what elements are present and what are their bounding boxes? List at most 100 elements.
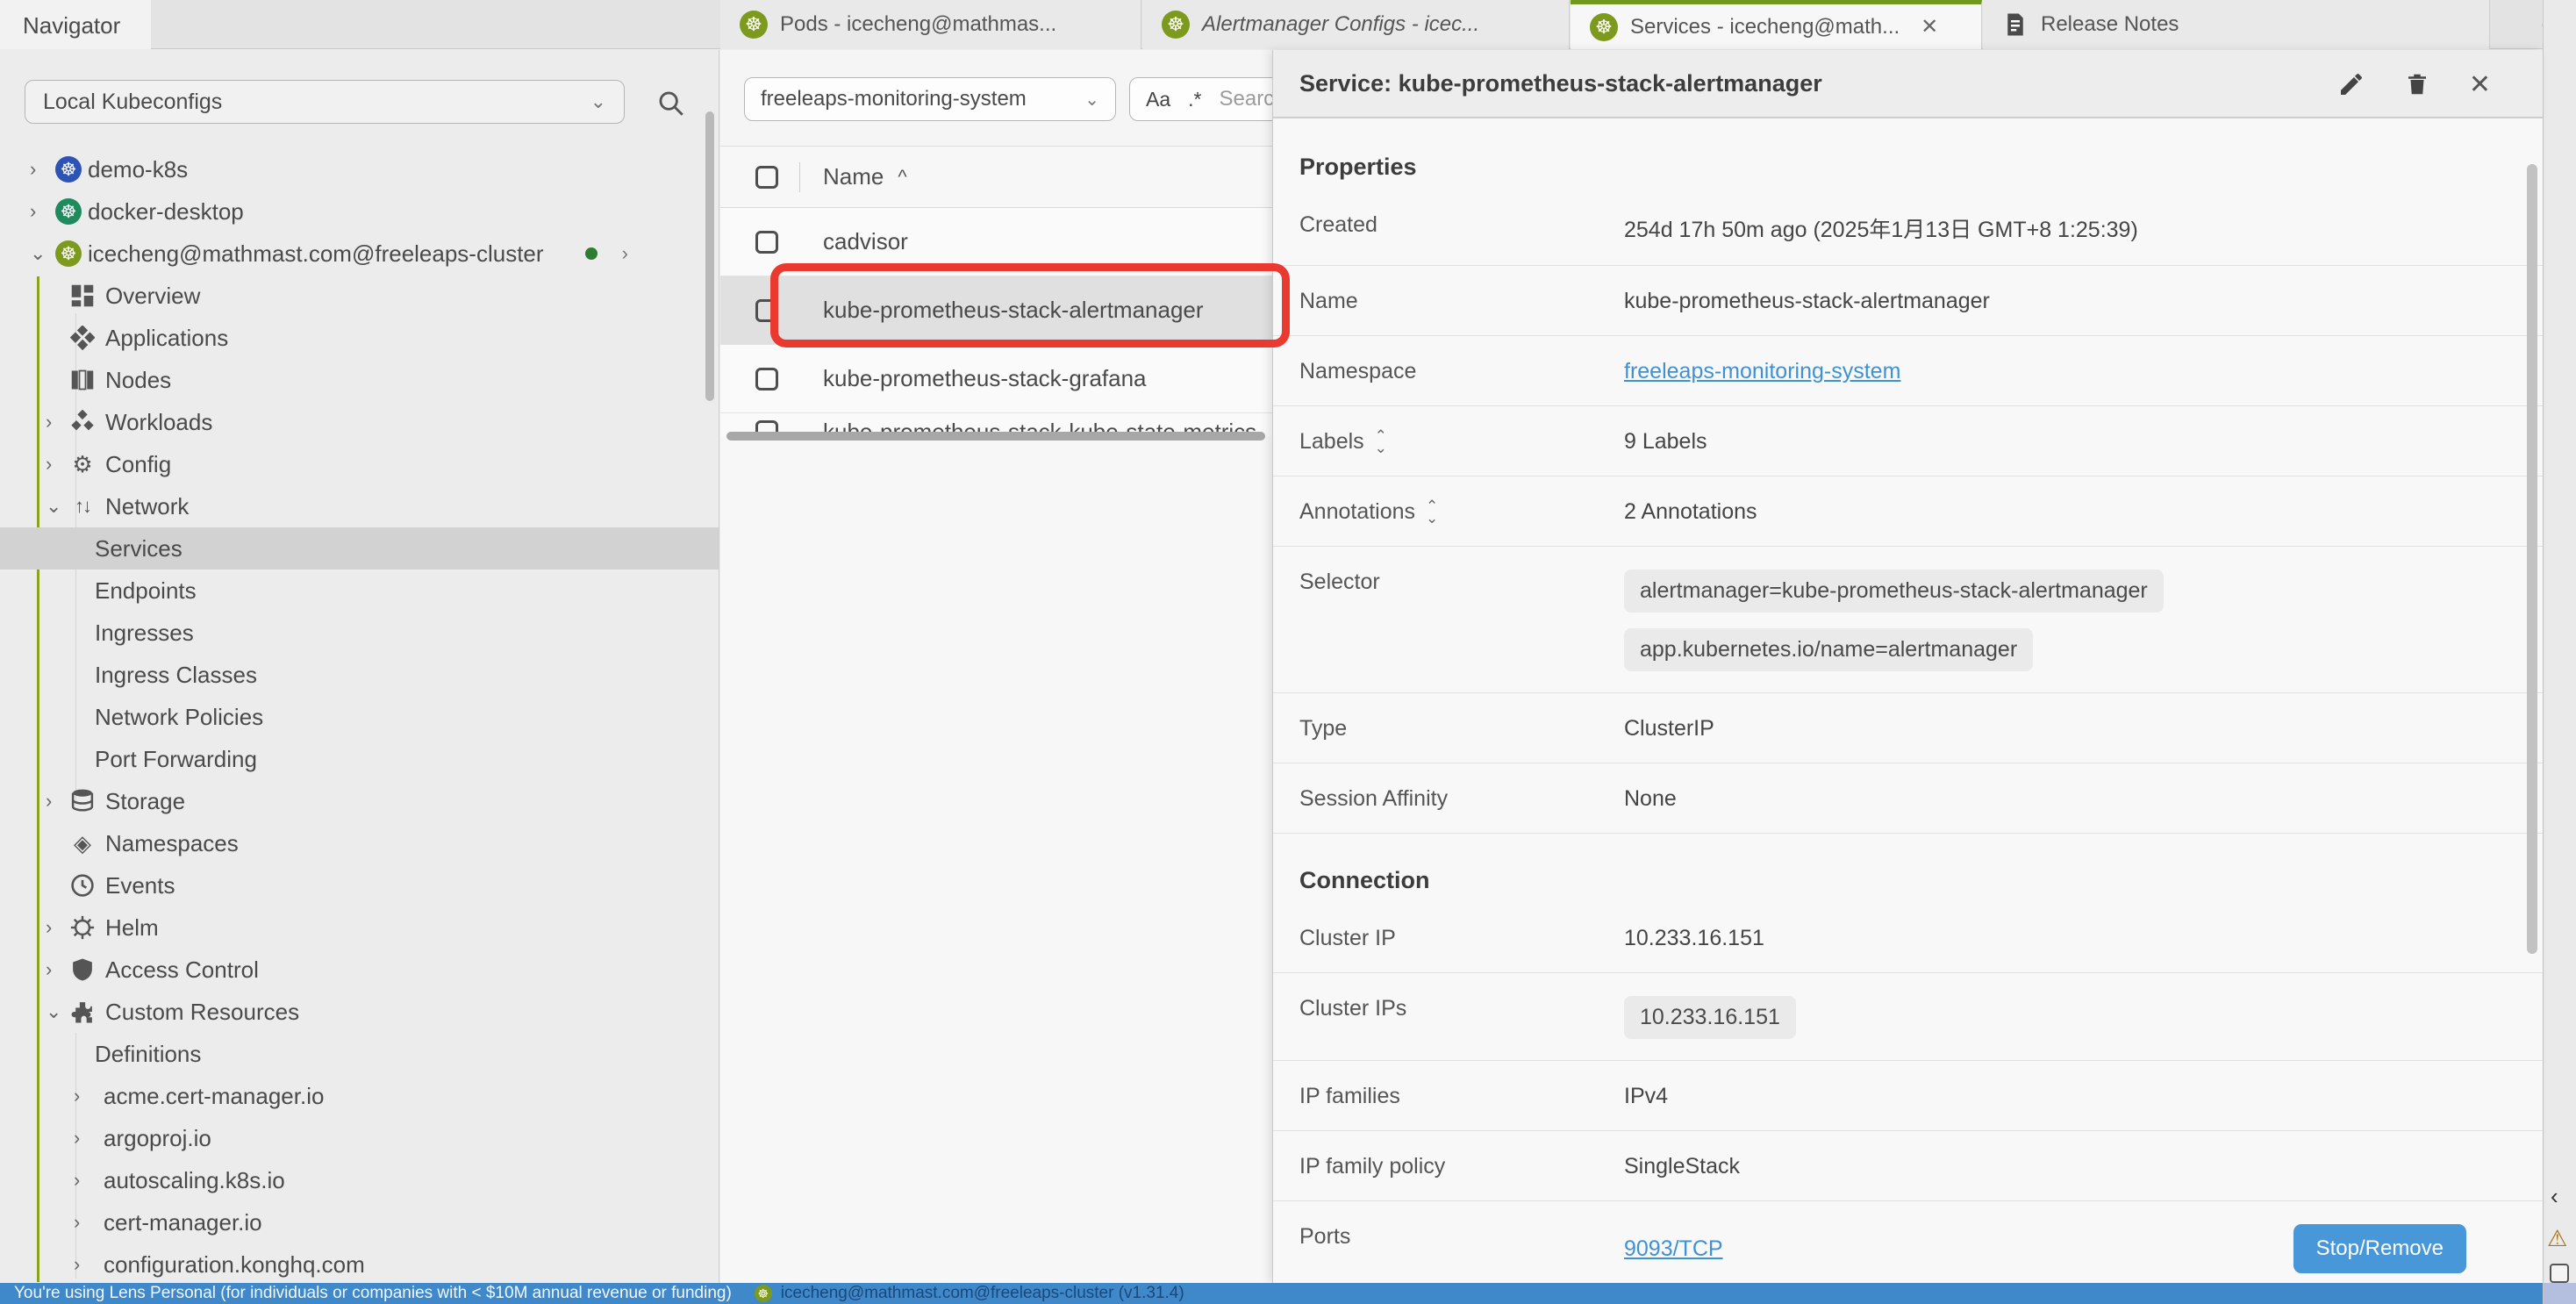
tab-close-icon[interactable]: ✕ [1921,14,1938,39]
select-all-checkbox[interactable] [755,166,778,189]
sidebar-item-overview[interactable]: Overview [0,275,719,317]
drawer-label: Annotations⌃⌄ [1273,498,1624,525]
chevron-right-icon[interactable]: › [46,453,52,476]
row-checkbox[interactable] [755,299,778,322]
horizontal-scrollbar[interactable] [726,432,1265,441]
navigator-sidebar: Local Kubeconfigs ⌄ ›☸demo-k8s›☸docker-d… [0,50,719,1283]
drawer-label-text: Cluster IPs [1299,996,1406,1021]
search-placeholder: Search [1219,87,1272,111]
expand-toggle-icon[interactable]: ⌃⌄ [1426,500,1438,524]
sidebar-item-endpoints[interactable]: Endpoints [0,570,719,612]
sidebar-item-ingress-classes[interactable]: Ingress Classes [0,654,719,696]
chevron-right-icon[interactable]: › [74,1127,80,1150]
namespace-link[interactable]: freeleaps-monitoring-system [1624,359,1900,383]
sidebar-item-nodes[interactable]: Nodes [0,359,719,401]
value-badge: 10.233.16.151 [1624,996,1796,1039]
sidebar-item-events[interactable]: Events [0,864,719,906]
tab-release[interactable]: Release Notes [1983,0,2490,49]
sidebar-item-namespaces[interactable]: ◈Namespaces [0,822,719,864]
panel-scrollbar[interactable] [2527,164,2537,954]
sidebar-item-label: Network Policies [95,704,263,731]
sidebar-item-argoproj-io[interactable]: ›argoproj.io [0,1117,719,1159]
sidebar-item-network[interactable]: ⌄↑↓Network [0,485,719,527]
sidebar-item-label: Applications [105,325,228,352]
close-icon[interactable]: ✕ [2469,69,2491,100]
drawer-label-text: IP families [1299,1084,1400,1109]
sidebar-item-helm[interactable]: ›Helm [0,906,719,949]
drawer-row-cluster-ips: Cluster IPs 10.233.16.151 [1273,973,2543,1061]
chevron-right-icon[interactable]: › [74,1253,80,1276]
sidebar-item-label: Endpoints [95,577,197,605]
chevron-right-icon[interactable]: › [46,958,52,981]
sidebar-item-services[interactable]: Services [0,527,719,570]
expand-toggle-icon[interactable]: ⌃⌄ [1375,430,1387,454]
sidebar-scrollbar[interactable] [705,111,714,401]
sidebar-item-label: Definitions [95,1041,201,1068]
sidebar-item-network-policies[interactable]: Network Policies [0,696,719,738]
tab-label: Pods - icecheng@mathmas... [780,12,1056,37]
chevron-down-icon[interactable]: ⌄ [46,495,61,518]
row-checkbox[interactable] [755,368,778,390]
drawer-label-text: Ports [1299,1224,1350,1250]
table-row[interactable]: cadvisor [720,208,1272,276]
port-link[interactable]: 9093/TCP [1624,1236,1723,1262]
tab-pods[interactable]: ☸Pods - icecheng@mathmas... [720,0,1141,49]
sidebar-item-custom-resources[interactable]: ⌄Custom Resources [0,991,719,1033]
chevron-right-icon[interactable]: › [46,790,52,813]
name-column-header[interactable]: Name [823,163,884,190]
list-search-input[interactable]: Aa .* Search [1129,77,1272,121]
chevron-right-icon[interactable]: › [30,158,36,181]
match-case-icon[interactable]: Aa [1146,88,1170,111]
drawer-value: SingleStack [1624,1152,1740,1179]
row-checkbox[interactable] [755,231,778,254]
drawer-value: ClusterIP [1624,714,1714,742]
chevron-right-icon[interactable]: › [622,242,628,265]
warning-icon[interactable]: ⚠ [2547,1225,2567,1252]
chevron-right-icon[interactable]: › [74,1211,80,1234]
edit-pencil-icon[interactable] [2337,70,2365,98]
sidebar-item-docker-desktop[interactable]: ›☸docker-desktop [0,190,719,233]
stop-remove-button[interactable]: Stop/Remove [2293,1224,2466,1273]
chevron-right-icon[interactable]: › [74,1085,80,1107]
namespace-select[interactable]: freeleaps-monitoring-system ⌄ [744,77,1116,121]
table-row[interactable]: kube-prometheus-stack-grafana [720,345,1272,413]
table-row[interactable]: kube-prometheus-stack-alertmanager [720,276,1272,345]
sort-asc-icon[interactable]: ^ [898,166,906,189]
sidebar-item-storage[interactable]: ›Storage [0,780,719,822]
kubeconfig-select[interactable]: Local Kubeconfigs ⌄ [25,80,625,124]
window-box-icon[interactable] [2550,1264,2569,1283]
namespaces-icon: ◈ [68,829,97,857]
chevron-right-icon[interactable]: › [46,411,52,433]
search-icon[interactable] [656,89,686,118]
sidebar-item-acme-cert-manager-io[interactable]: ›acme.cert-manager.io [0,1075,719,1117]
drawer-value: 9 Labels [1624,427,1707,455]
sidebar-item-port-forwarding[interactable]: Port Forwarding [0,738,719,780]
sidebar-item-config[interactable]: ›⚙Config [0,443,719,485]
sidebar-item-configuration-konghq-com[interactable]: ›configuration.konghq.com [0,1243,719,1283]
chevron-right-icon[interactable]: › [46,916,52,939]
regex-icon[interactable]: .* [1188,88,1201,111]
tab-services[interactable]: ☸Services - icecheng@math...✕ [1571,0,1982,49]
sidebar-item-access-control[interactable]: ›Access Control [0,949,719,991]
chevron-down-icon[interactable]: ⌄ [46,1000,61,1023]
sidebar-item-ingresses[interactable]: Ingresses [0,612,719,654]
sidebar-item-demo-k8s[interactable]: ›☸demo-k8s [0,148,719,190]
drawer-row-session-affinity: Session AffinityNone [1273,763,2543,834]
sidebar-item-applications[interactable]: Applications [0,317,719,359]
sidebar-item-label: Overview [105,283,200,310]
tab-alertmanager[interactable]: ☸Alertmanager Configs - icec... [1142,0,1570,49]
chevron-down-icon[interactable]: ⌄ [30,242,46,265]
chevron-right-icon[interactable]: › [30,200,36,223]
sidebar-item-icecheng-mathmast-com-freeleaps-cluster[interactable]: ⌄☸icecheng@mathmast.com@freeleaps-cluste… [0,233,719,275]
sidebar-item-cert-manager-io[interactable]: ›cert-manager.io [0,1201,719,1243]
sidebar-item-workloads[interactable]: ›Workloads [0,401,719,443]
sidebar-item-label: autoscaling.k8s.io [104,1167,285,1194]
delete-trash-icon[interactable] [2404,69,2430,99]
drawer-label-text: IP family policy [1299,1154,1445,1179]
chevron-left-icon[interactable]: ‹ [2551,1183,2558,1210]
chevron-right-icon[interactable]: › [74,1169,80,1192]
drawer-label-text: Session Affinity [1299,786,1448,812]
sidebar-item-definitions[interactable]: Definitions [0,1033,719,1075]
drawer-row-name: Namekube-prometheus-stack-alertmanager [1273,266,2543,336]
sidebar-item-autoscaling-k8s-io[interactable]: › autoscaling.k8s.io [0,1159,719,1201]
